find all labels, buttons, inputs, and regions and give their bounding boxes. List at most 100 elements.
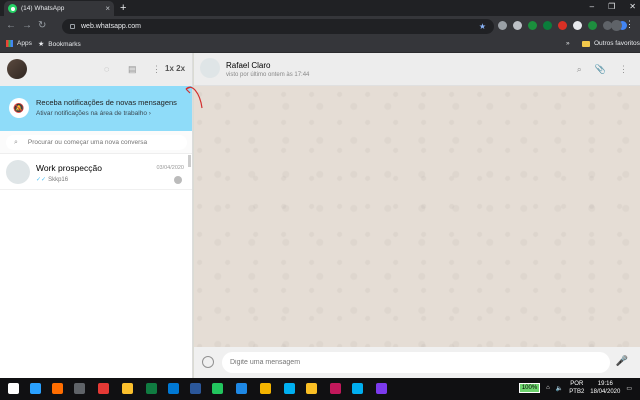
extensions-bar: [498, 21, 627, 30]
bookmarks-bookmark[interactable]: ★ Bookmarks: [38, 40, 81, 49]
extension-icon[interactable]: [528, 21, 537, 30]
taskbar-app-icon[interactable]: [284, 383, 295, 394]
extension-icon[interactable]: [558, 21, 567, 30]
enable-notifications-link[interactable]: Ativar notificações na área de trabalho …: [36, 110, 151, 117]
language-code: POR: [570, 381, 584, 387]
forward-arrow-icon[interactable]: →: [22, 20, 32, 32]
double-check-icon: ✓✓: [36, 177, 47, 183]
chat-date: 03/04/2020: [156, 165, 184, 171]
extension-icon[interactable]: [588, 21, 597, 30]
window-controls: – ❐ ✕: [590, 2, 636, 11]
browser-tab-whatsapp[interactable]: (14) WhatsApp ×: [4, 1, 114, 16]
taskbar-app-icon[interactable]: [52, 383, 63, 394]
minimize-button[interactable]: –: [590, 2, 594, 11]
user-avatar[interactable]: [7, 59, 27, 79]
extension-icon[interactable]: [498, 21, 507, 30]
taskbar-app-icon[interactable]: [376, 383, 387, 394]
address-bar[interactable]: web.whatsapp.com ★: [62, 19, 494, 34]
search-messages-icon[interactable]: ⌕: [577, 64, 582, 75]
address-url: web.whatsapp.com: [81, 23, 141, 30]
network-icon[interactable]: ⌂: [546, 385, 550, 391]
chat-last-message: ✓✓ Skkp16: [36, 176, 68, 183]
menu-icon[interactable]: ⋮: [152, 64, 161, 75]
taskbar-app-icon[interactable]: [146, 383, 157, 394]
chat-list-panel: ◌ ▤ ⋮ 1x 2x 🔕 Receba notificações de nov…: [0, 53, 193, 378]
browser-toolbar: ← → ↻ web.whatsapp.com ★ ⋮: [0, 16, 640, 37]
whatsapp-favicon-icon: [8, 4, 17, 13]
apps-bookmark[interactable]: Apps: [6, 40, 32, 47]
taskbar-app-icon[interactable]: [306, 383, 317, 394]
apps-label: Apps: [17, 40, 32, 47]
left-header: ◌ ▤ ⋮ 1x 2x: [0, 53, 192, 86]
taskbar-app-icon[interactable]: [330, 383, 341, 394]
notification-title: Receba notificações de novas mensagens: [36, 98, 177, 107]
taskbar-app-icon[interactable]: [168, 383, 179, 394]
volume-icon[interactable]: 🔈: [556, 385, 563, 392]
chat-name: Work prospecção: [36, 163, 102, 173]
taskbar-app-icon[interactable]: [122, 383, 133, 394]
bookmarks-label: Bookmarks: [48, 40, 81, 48]
keyboard-layout: PTB2: [569, 389, 585, 395]
emoji-icon[interactable]: [202, 356, 214, 368]
conversation-header[interactable]: Rafael Claro visto por último ontem às 1…: [194, 53, 640, 86]
tab-title: (14) WhatsApp: [21, 5, 65, 12]
extension-icon[interactable]: [513, 21, 522, 30]
taskbar-app-icon[interactable]: [74, 383, 85, 394]
battery-indicator[interactable]: 100%: [518, 383, 541, 393]
message-area: [194, 86, 640, 347]
browser-tab-strip: (14) WhatsApp × + – ❐ ✕: [0, 0, 640, 16]
chat-list-item[interactable]: Work prospecção 03/04/2020 ✓✓ Skkp16: [0, 154, 192, 190]
taskbar-app-icon[interactable]: [352, 383, 363, 394]
composer-bar: 🎤: [194, 347, 640, 378]
taskbar-app-icon[interactable]: [190, 383, 201, 394]
bookmark-star-small-icon: ★: [38, 41, 45, 48]
muted-icon: [174, 176, 182, 184]
taskbar-app-icon[interactable]: [98, 383, 109, 394]
lock-icon: [70, 24, 75, 29]
extension-icon[interactable]: [573, 21, 582, 30]
contact-name: Rafael Claro: [226, 61, 271, 70]
bookmarks-overflow[interactable]: »: [566, 40, 570, 47]
reload-icon[interactable]: ↻: [38, 20, 46, 32]
message-box: [222, 352, 610, 373]
close-window-button[interactable]: ✕: [629, 2, 636, 11]
taskbar-app-icon[interactable]: [236, 383, 247, 394]
language-indicator[interactable]: POR PTB2: [569, 380, 584, 396]
restore-button[interactable]: ❐: [608, 2, 615, 11]
bookmark-star-icon[interactable]: ★: [479, 22, 486, 31]
clock-date: 18/04/2020: [590, 389, 621, 395]
back-arrow-icon[interactable]: ←: [6, 20, 16, 32]
taskbar-app-icon[interactable]: [30, 383, 41, 394]
conversation-actions: ⌕ 📎 ⋮: [577, 64, 628, 75]
screen: (14) WhatsApp × + – ❐ ✕ ← → ↻ web.whatsa…: [0, 0, 640, 400]
tab-close-icon[interactable]: ×: [105, 4, 110, 13]
search-input[interactable]: [27, 139, 178, 146]
microphone-icon[interactable]: 🎤: [616, 356, 628, 367]
clock[interactable]: 19:16 18/04/2020: [590, 380, 620, 396]
message-input[interactable]: [230, 359, 600, 366]
bell-off-icon: 🔕: [9, 98, 29, 118]
status-icon[interactable]: ◌: [104, 64, 109, 74]
new-chat-icon[interactable]: ▤: [128, 64, 137, 75]
overflow-chevron-icon: »: [566, 40, 570, 47]
search-box: ⌕: [6, 135, 187, 150]
notification-banner[interactable]: 🔕 Receba notificações de novas mensagens…: [0, 86, 192, 131]
clock-time: 19:16: [597, 381, 613, 387]
notifications-icon[interactable]: ▭: [626, 385, 632, 392]
taskbar-app-icon[interactable]: [260, 383, 271, 394]
attach-icon[interactable]: 📎: [595, 64, 606, 75]
group-avatar: [6, 160, 30, 184]
browser-menu-icon[interactable]: ⋮: [625, 19, 634, 30]
system-tray: 100% ⌂ 🔈 POR PTB2 19:16 18/04/2020 ▭: [518, 380, 632, 396]
windows-start-icon[interactable]: [8, 383, 19, 394]
extension-icon[interactable]: [543, 21, 552, 30]
profile-avatar[interactable]: [611, 20, 622, 31]
search-row: ⌕: [0, 131, 192, 154]
taskbar-app-icon[interactable]: [212, 383, 223, 394]
conversation-menu-icon[interactable]: ⋮: [619, 64, 628, 75]
windows-taskbar: 100% ⌂ 🔈 POR PTB2 19:16 18/04/2020 ▭: [0, 378, 640, 400]
other-bookmarks-label: Outros favoritos: [594, 40, 640, 47]
scrollbar[interactable]: [188, 155, 191, 167]
other-bookmarks[interactable]: Outros favoritos: [582, 40, 640, 47]
new-tab-button[interactable]: +: [120, 2, 126, 14]
